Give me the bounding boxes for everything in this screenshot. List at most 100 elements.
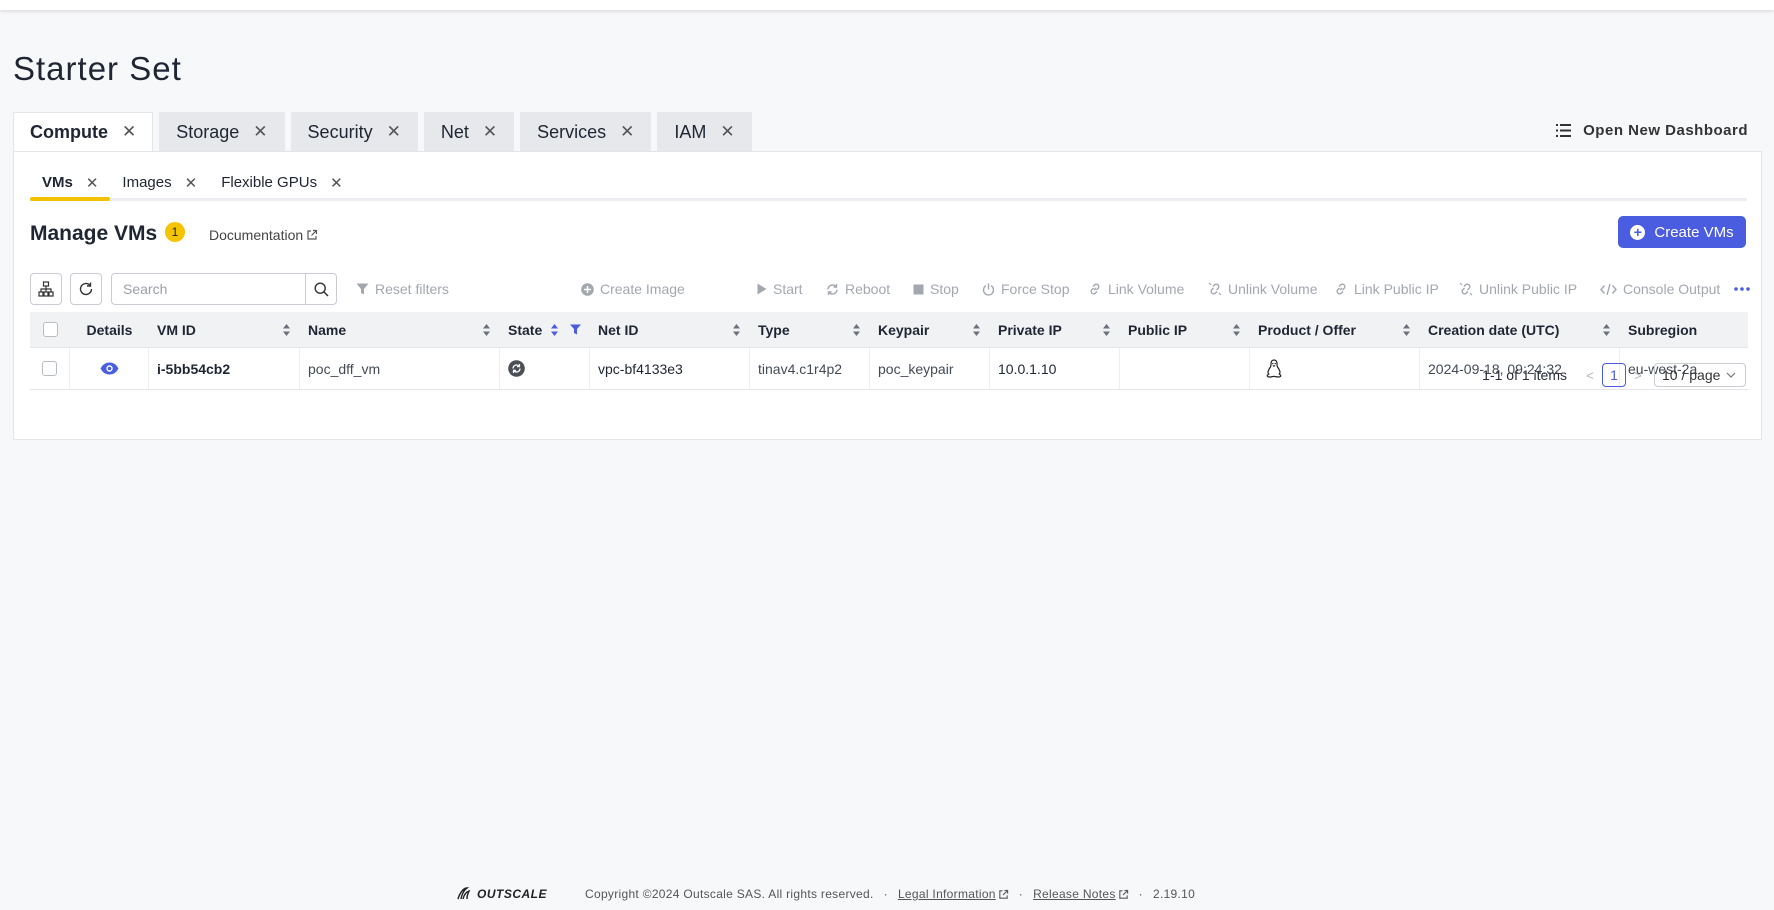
tab-iam[interactable]: IAM ✕ <box>657 112 752 152</box>
tab-storage[interactable]: Storage ✕ <box>159 112 285 152</box>
sort-icon[interactable] <box>732 323 741 337</box>
col-type[interactable]: Type <box>750 312 870 347</box>
col-creation-date[interactable]: Creation date (UTC) <box>1420 312 1620 347</box>
create-image-button[interactable]: Create Image <box>581 273 685 305</box>
close-icon[interactable]: ✕ <box>185 174 198 192</box>
console-output-label: Console Output <box>1623 281 1721 297</box>
keypair-cell: poc_keypair <box>870 348 990 389</box>
stop-button[interactable]: Stop <box>913 273 959 305</box>
compute-panel: VMs ✕ Images ✕ Flexible GPUs ✕ Manage VMs 1… <box>13 151 1762 440</box>
footer: OUTSCALE Copyright ©2024 Outscale SAS. A… <box>455 886 1195 902</box>
sort-icon[interactable] <box>972 323 981 337</box>
col-keypair[interactable]: Keypair <box>870 312 990 347</box>
sort-icon[interactable] <box>550 323 559 337</box>
unlink-public-ip-button[interactable]: Unlink Public IP <box>1459 273 1577 305</box>
open-dashboard-label: Open New Dashboard <box>1583 122 1748 139</box>
release-notes-label: Release Notes <box>1033 887 1116 901</box>
force-stop-button[interactable]: Force Stop <box>982 273 1069 305</box>
subtab-label: Images <box>122 174 172 191</box>
close-icon[interactable]: ✕ <box>86 174 99 192</box>
tab-net[interactable]: Net ✕ <box>423 112 515 152</box>
unlink-volume-button[interactable]: Unlink Volume <box>1208 273 1318 305</box>
sort-icon[interactable] <box>1102 323 1111 337</box>
close-icon[interactable]: ✕ <box>483 122 497 142</box>
col-product-offer[interactable]: Product / Offer <box>1250 312 1420 347</box>
documentation-link[interactable]: Documentation <box>209 227 318 243</box>
col-state-label: State <box>508 321 543 338</box>
search-input[interactable] <box>112 274 306 304</box>
search-button[interactable] <box>305 274 336 304</box>
name-cell: poc_dff_vm <box>300 348 500 389</box>
sort-icon[interactable] <box>1232 323 1241 337</box>
page-title: Starter Set <box>13 50 182 87</box>
chevron-right-icon[interactable]: > <box>1628 368 1648 383</box>
page-number-button[interactable]: 1 <box>1602 363 1626 387</box>
start-button[interactable]: Start <box>757 273 803 305</box>
chevron-left-icon[interactable]: < <box>1580 368 1600 383</box>
link-volume-button[interactable]: Link Volume <box>1088 273 1184 305</box>
col-state[interactable]: State <box>500 312 590 347</box>
col-private-ip[interactable]: Private IP <box>990 312 1120 347</box>
separator: · <box>1018 887 1024 901</box>
sort-icon[interactable] <box>852 323 861 337</box>
refresh-button[interactable] <box>70 273 102 305</box>
stop-icon <box>913 284 924 294</box>
release-notes-link[interactable]: Release Notes <box>1033 887 1129 901</box>
col-keypair-label: Keypair <box>878 321 930 338</box>
sort-icon[interactable] <box>1402 323 1411 337</box>
filter-icon[interactable] <box>570 324 581 335</box>
start-label: Start <box>773 281 803 297</box>
reboot-button[interactable]: Reboot <box>826 273 890 305</box>
sort-icon[interactable] <box>282 323 291 337</box>
console-output-button[interactable]: Console Output <box>1600 273 1720 305</box>
subtab-label: Flexible GPUs <box>221 174 318 191</box>
row-checkbox[interactable] <box>42 361 57 376</box>
select-all-cell <box>30 312 70 347</box>
tab-security[interactable]: Security ✕ <box>290 112 418 152</box>
subtab-images[interactable]: Images ✕ <box>110 167 209 198</box>
subtab-vms[interactable]: VMs ✕ <box>30 167 111 201</box>
col-net-id[interactable]: Net ID <box>590 312 750 347</box>
close-icon[interactable]: ✕ <box>253 122 267 142</box>
select-all-checkbox[interactable] <box>42 322 58 337</box>
hierarchy-icon <box>38 281 54 297</box>
sort-icon[interactable] <box>1602 323 1611 337</box>
sort-icon[interactable] <box>482 323 491 337</box>
tab-compute[interactable]: Compute ✕ <box>13 112 154 152</box>
link-volume-label: Link Volume <box>1108 281 1185 297</box>
tree-view-button[interactable] <box>30 273 62 305</box>
col-product-offer-label: Product / Offer <box>1258 321 1357 338</box>
more-actions-button[interactable] <box>1734 273 1750 305</box>
col-public-ip[interactable]: Public IP <box>1120 312 1250 347</box>
close-icon[interactable]: ✕ <box>720 122 734 142</box>
open-new-dashboard-button[interactable]: Open New Dashboard <box>1556 122 1748 139</box>
link-public-ip-button[interactable]: Link Public IP <box>1334 273 1439 305</box>
col-details-label: Details <box>86 321 133 338</box>
stop-label: Stop <box>930 281 959 297</box>
page-size-label: 10 / page <box>1662 367 1721 383</box>
close-icon[interactable]: ✕ <box>387 122 401 142</box>
close-icon[interactable]: ✕ <box>620 122 634 142</box>
code-icon <box>1600 283 1617 295</box>
subtab-flexible-gpus[interactable]: Flexible GPUs ✕ <box>209 167 354 198</box>
outscale-logo: OUTSCALE <box>455 886 547 902</box>
list-icon <box>1556 124 1572 137</box>
count-badge: 1 <box>165 222 185 242</box>
version-text: 2.19.10 <box>1152 887 1196 901</box>
unlink-icon <box>1459 282 1473 296</box>
create-vms-button[interactable]: + Create VMs <box>1618 216 1746 248</box>
col-vm-id[interactable]: VM ID <box>149 312 300 347</box>
close-icon[interactable]: ✕ <box>330 174 343 192</box>
unlink-icon <box>1208 282 1222 296</box>
tab-services[interactable]: Services ✕ <box>520 112 652 152</box>
legal-information-link[interactable]: Legal Information <box>898 887 1009 901</box>
page-size-select[interactable]: 10 / page <box>1654 363 1746 387</box>
search-box <box>111 273 337 305</box>
reset-filters-button[interactable]: Reset filters <box>356 273 449 305</box>
type-cell: tinav4.c1r4p2 <box>750 348 870 389</box>
close-icon[interactable]: ✕ <box>122 122 136 142</box>
col-name[interactable]: Name <box>300 312 500 347</box>
pagination-total: 1-1 of 1 items <box>1482 367 1567 383</box>
eye-icon[interactable] <box>100 362 119 375</box>
link-public-ip-label: Link Public IP <box>1354 281 1439 297</box>
